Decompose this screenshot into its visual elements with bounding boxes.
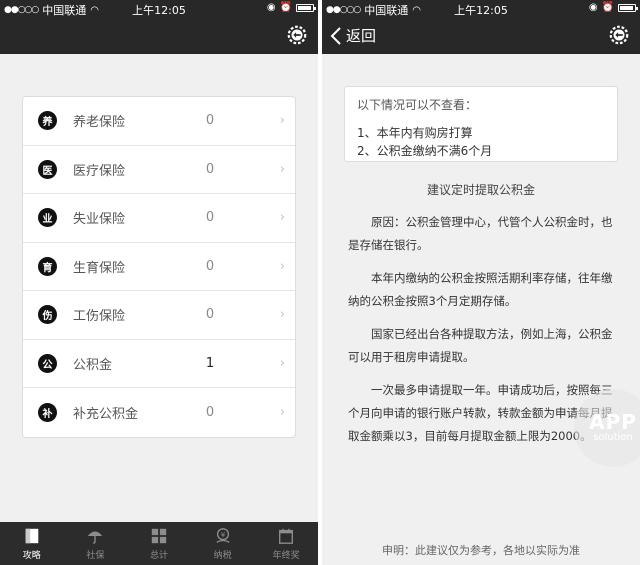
alarm-icon: ⏰ [279,2,292,13]
chevron-right-icon: › [279,258,285,274]
right-screen: ●●○○○ 中国联通 ◠ 上午12:05 ◉ ⏰ 返回 以下情况可以不查看： 1… [322,0,640,565]
tab-label: 纳税 [213,550,232,561]
row-label: 公积金 [73,357,113,373]
row-label: 生育保险 [73,260,126,276]
category-badge-icon: 补 [38,402,57,422]
tab-label: 总计 [149,550,168,561]
chevron-right-icon: › [279,210,285,226]
tab-bar: 攻略 社保 总计 ¥ 纳税 年终奖 [0,522,318,565]
tab-label: 社保 [86,550,105,561]
advice-paragraph: 原因：公积金管理中心，代管个人公积金时，也是存储在银行。 [348,215,613,252]
row-label: 失业保险 [73,212,126,228]
watermark-app: APP [589,410,637,434]
gear-icon[interactable] [608,24,630,46]
row-label: 养老保险 [73,115,126,131]
back-label: 返回 [346,27,377,45]
notice-item: 2、公积金缴纳不满6个月 [357,144,493,158]
row-value: 1 [205,355,215,371]
notice-item: 1、本年内有购房打算 [357,126,473,140]
list-item[interactable]: 公 公积金 1 › [23,340,295,388]
back-button[interactable]: 返回 [330,25,376,46]
chevron-right-icon: › [279,355,285,371]
grid-icon [151,528,167,543]
notice-title: 以下情况可以不查看： [357,98,478,112]
tab-guide[interactable]: 攻略 [0,522,64,565]
row-value: 0 [205,307,215,323]
lock-rotation-icon: ◉ [266,2,276,13]
chevron-right-icon: › [279,161,285,177]
watermark-solution: solution [593,432,633,443]
lock-rotation-icon: ◉ [588,2,598,13]
category-badge-icon: 公 [38,353,57,373]
chevron-right-icon: › [279,307,285,323]
tab-social[interactable]: 社保 [64,522,128,565]
row-label: 医疗保险 [73,163,126,179]
tab-total[interactable]: 总计 [127,522,191,565]
row-value: 0 [205,113,215,129]
alarm-icon: ⏰ [601,2,614,13]
status-bar: ●●○○○ 中国联通 ◠ 上午12:05 ◉ ⏰ [0,0,318,18]
list-item[interactable]: 医 医疗保险 0 › [23,146,295,194]
list-item[interactable]: 育 生育保险 0 › [23,243,295,291]
nav-bar [0,18,318,54]
status-bar: ●●○○○ 中国联通 ◠ 上午12:05 ◉ ⏰ [322,0,640,18]
row-label: 工伤保险 [73,309,126,325]
advice-paragraph: 本年内缴纳的公积金按照活期利率存储，往年缴纳的公积金按照3个月定期存储。 [348,271,613,308]
left-screen: ●●○○○ 中国联通 ◠ 上午12:05 ◉ ⏰ 养 养老保险 0 › 医 医疗… [0,0,318,565]
row-label: 补充公积金 [73,406,139,422]
tab-label: 年终奖 [272,550,300,561]
category-badge-icon: 育 [38,256,57,276]
tab-tax[interactable]: ¥ 纳税 [191,522,255,565]
chevron-right-icon: › [279,113,285,129]
row-value: 0 [205,161,215,177]
book-icon [25,528,39,543]
battery-icon [618,3,638,12]
category-badge-icon: 业 [38,208,57,228]
disclaimer: 申明：此建议仅为参考，各地以实际为准 [382,544,580,557]
gear-icon[interactable] [286,24,308,46]
tab-bonus[interactable]: 年终奖 [254,522,318,565]
yen-icon: ¥ [215,527,230,543]
insurance-list: 养 养老保险 0 › 医 医疗保险 0 › 业 失业保险 0 › 育 生育保险 … [22,96,296,438]
battery-icon [296,3,316,12]
category-badge-icon: 医 [38,159,57,179]
chevron-left-icon [330,26,341,45]
row-value: 0 [205,210,215,226]
list-item[interactable]: 养 养老保险 0 › [23,97,295,146]
nav-bar: 返回 [322,18,640,54]
notice-box: 以下情况可以不查看： 1、本年内有购房打算 2、公积金缴纳不满6个月 [344,86,618,162]
advice-paragraph: 国家已经出台各种提取方法，例如上海，公积金可以用于租房申请提取。 [348,327,613,364]
chevron-right-icon: › [279,404,285,420]
advice-title: 建议定时提取公积金 [426,183,535,197]
calendar-icon [279,528,294,544]
umbrella-icon [88,531,103,544]
svg-text:¥: ¥ [220,529,225,538]
tab-label: 攻略 [22,550,41,561]
row-value: 0 [205,258,215,274]
row-value: 0 [205,404,215,420]
category-badge-icon: 伤 [38,305,57,325]
list-item[interactable]: 业 失业保险 0 › [23,194,295,243]
category-badge-icon: 养 [38,111,57,131]
list-item[interactable]: 伤 工伤保险 0 › [23,291,295,340]
list-item[interactable]: 补 补充公积金 0 › [23,388,295,437]
